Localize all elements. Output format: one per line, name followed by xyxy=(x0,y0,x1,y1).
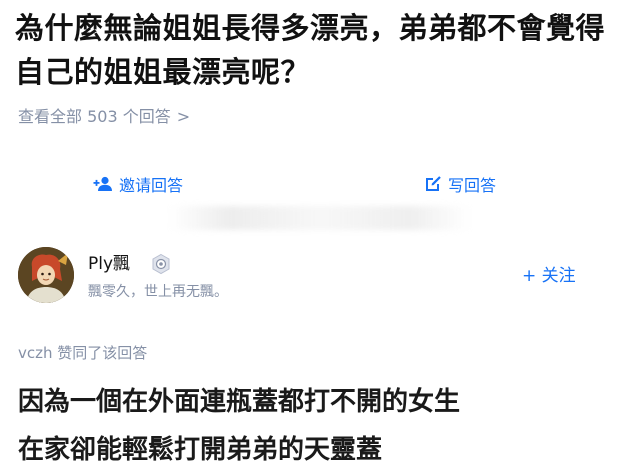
blurred-divider xyxy=(170,206,470,230)
view-all-label: 查看全部 503 个回答 xyxy=(18,107,171,126)
author-avatar[interactable] xyxy=(18,247,74,303)
answer-content: 因為一個在外面連瓶蓋都打不開的女生 在家卻能輕鬆打開弟弟的天靈蓋 xyxy=(18,378,618,474)
answer-line: 在家卻能輕鬆打開弟弟的天靈蓋 xyxy=(18,435,383,465)
invite-answer-button[interactable]: 邀请回答 xyxy=(93,170,183,198)
follow-button[interactable]: + 关注 xyxy=(522,264,576,288)
chevron-right-icon: > xyxy=(176,107,191,126)
author-bio: 飄零久，世上再无飄。 xyxy=(88,284,228,300)
answer-line: 因為一個在外面連瓶蓋都打不開的女生 xyxy=(18,387,461,417)
upvote-notice: vczh 赞同了该回答 xyxy=(18,344,148,362)
question-title: 為什麼無論姐姐長得多漂亮，弟弟都不會覺得自己的姐姐最漂亮呢？ xyxy=(15,11,606,89)
write-answer-label: 写回答 xyxy=(448,176,497,195)
write-answer-button[interactable]: 写回答 xyxy=(424,170,496,198)
edit-icon xyxy=(426,176,441,191)
avatar-illustration xyxy=(18,247,74,303)
add-user-icon xyxy=(93,176,112,191)
invite-answer-label: 邀请回答 xyxy=(119,176,184,195)
author-name[interactable]: Ply飄 xyxy=(88,252,130,276)
verified-badge-icon xyxy=(152,253,170,275)
view-all-answers-link[interactable]: 查看全部 503 个回答 > xyxy=(18,106,190,128)
